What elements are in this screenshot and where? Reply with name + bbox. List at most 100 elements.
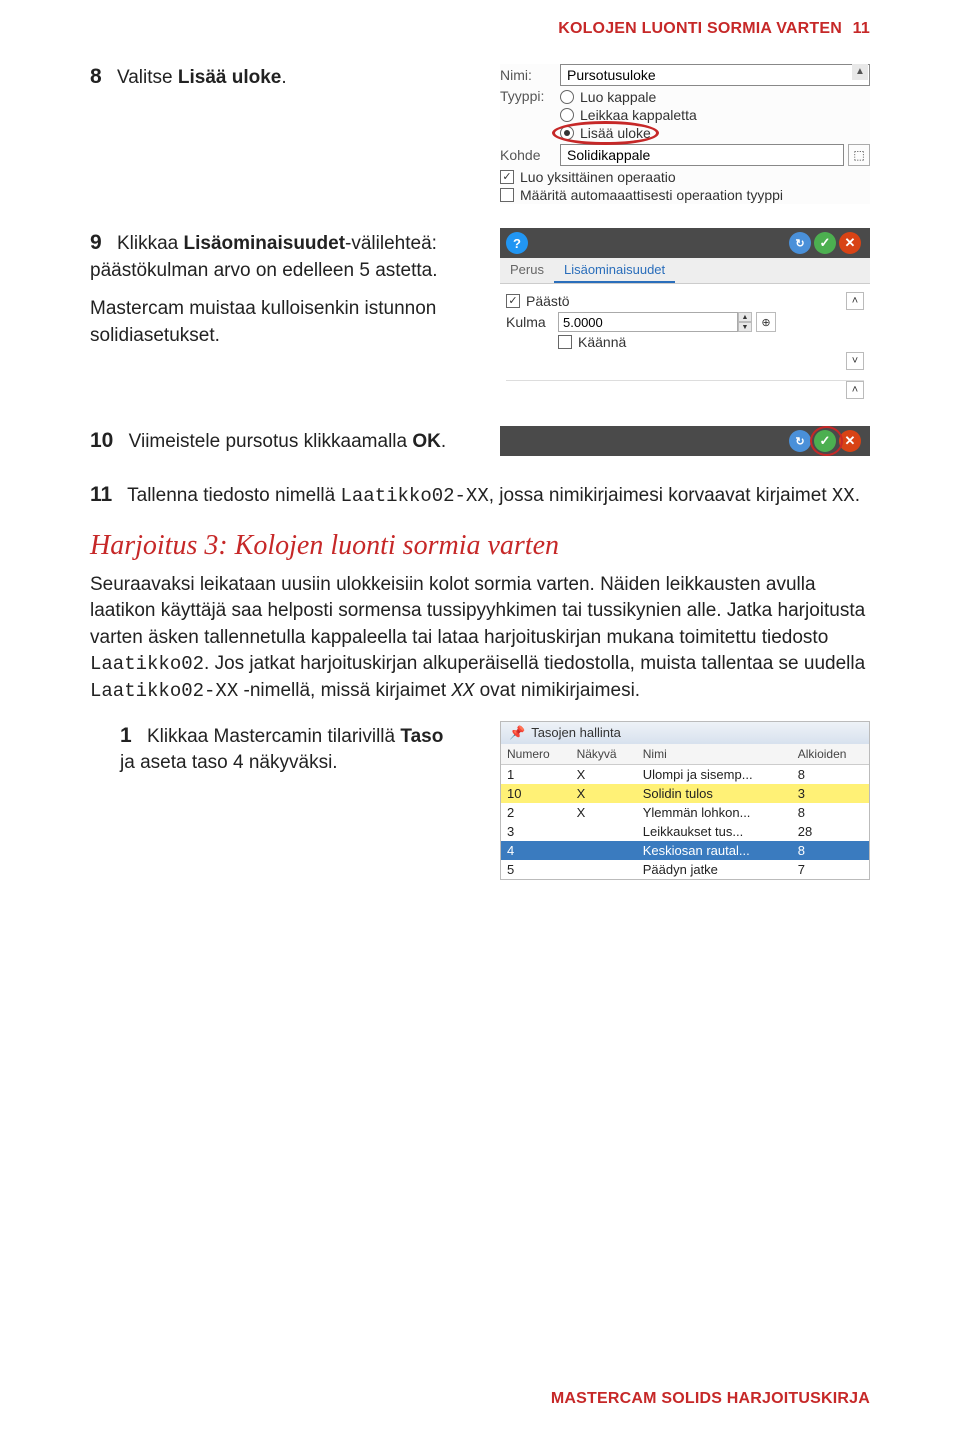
body-code: Laatikko02 (90, 653, 204, 675)
checkbox-label: Luo yksittäinen operaatio (520, 169, 676, 185)
table-cell: Solidin tulos (637, 784, 792, 803)
panel-title: 📌 Tasojen hallinta (501, 722, 869, 744)
step-text: . (281, 67, 286, 88)
panel-lisaominaisuudet: ? ↻ ✓ ✕ Perus Lisäominaisuudet Päästö ˄ (500, 228, 870, 402)
pin-icon[interactable]: 📌 (509, 725, 525, 741)
section-title: Harjoitus 3: Kolojen luonti sormia varte… (90, 530, 870, 562)
step-text-bold: Lisäominaisuudet (184, 233, 346, 254)
panel-tabs: Perus Lisäominaisuudet (500, 258, 870, 284)
step-text-bold: OK (412, 431, 441, 452)
label-kohde: Kohde (500, 147, 560, 163)
table-cell: X (571, 803, 637, 822)
apply-icon[interactable]: ↻ (789, 430, 811, 452)
body-text: ovat nimikirjaimesi. (474, 680, 640, 701)
radio-icon[interactable] (560, 90, 574, 104)
tab-lisaominaisuudet[interactable]: Lisäominaisuudet (554, 258, 675, 283)
collapse-icon[interactable]: ˄ (846, 292, 864, 310)
step-text: Klikkaa (117, 233, 184, 254)
step-text-bold: Lisää uloke (178, 67, 282, 88)
body-code: XX (452, 680, 475, 702)
table-cell: 28 (792, 822, 869, 841)
layers-table: Numero Näkyvä Nimi Alkioiden 1XUlompi ja… (501, 744, 869, 879)
radio-icon[interactable] (560, 108, 574, 122)
step-text-code: XX (832, 485, 855, 507)
step-text: Klikkaa Mastercamin tilarivillä (147, 726, 400, 747)
table-row[interactable]: 3 Leikkaukset tus...28 (501, 822, 869, 841)
table-cell (571, 841, 637, 860)
label-tyyppi: Tyyppi: (500, 88, 560, 104)
step-10-text: 10 Viimeistele pursotus klikkaamalla OK. (90, 426, 460, 456)
table-row[interactable]: 5Päädyn jatke7 (501, 860, 869, 879)
body-text: Seuraavaksi leikataan uusiin ulokkeisiin… (90, 574, 865, 648)
table-cell: Keskiosan rautal... (637, 841, 792, 860)
body-code: Laatikko02-XX (90, 680, 238, 702)
checkbox-label: Käännä (578, 334, 626, 350)
step-text: Tallenna tiedosto nimellä (127, 485, 340, 506)
table-row[interactable]: 1XUlompi ja sisemp...8 (501, 764, 869, 784)
table-cell: 8 (792, 764, 869, 784)
lock-icon[interactable]: ⊕ (756, 312, 776, 332)
expand-icon[interactable]: ˅ (846, 352, 864, 370)
table-cell: X (571, 784, 637, 803)
table-row[interactable]: 4 Keskiosan rautal...8 (501, 841, 869, 860)
table-cell: 2 (501, 803, 571, 822)
step-number: 8 (90, 62, 102, 91)
tab-perus[interactable]: Perus (500, 258, 554, 283)
checkbox-icon[interactable] (506, 294, 520, 308)
ok-icon[interactable]: ✓ (814, 430, 836, 452)
apply-icon[interactable]: ↻ (789, 232, 811, 254)
panel-pursotusuloke: ▲ Nimi: Tyyppi: Luo kappale Leikkaa kapp… (500, 64, 870, 204)
col-header[interactable]: Numero (501, 744, 571, 765)
step-8-text: 8 Valitse Lisää uloke. (90, 62, 460, 92)
table-cell: 5 (501, 860, 571, 879)
step-text: , jossa nimikirjaimesi korvaavat kirjaim… (489, 485, 832, 506)
table-row[interactable]: 10XSolidin tulos3 (501, 784, 869, 803)
panel-toolbar-ok: ↻ ✓ ✕ (500, 426, 870, 456)
radio-icon[interactable] (560, 126, 574, 140)
radio-label: Leikkaa kappaletta (580, 107, 697, 123)
step-11-text: 11 Tallenna tiedosto nimellä Laatikko02-… (90, 480, 870, 510)
kohde-input[interactable] (560, 144, 844, 166)
spin-down-icon[interactable]: ▼ (738, 322, 752, 332)
col-header[interactable]: Nimi (637, 744, 792, 765)
expand-icon[interactable]: ˄ (846, 381, 864, 399)
checkbox-label: Määritä automaaattisesti operaation tyyp… (520, 187, 783, 203)
table-cell: Ylemmän lohkon... (637, 803, 792, 822)
step-9-text: 9 Klikkaa Lisäominaisuudet-välilehteä: p… (90, 228, 460, 349)
step-text: Viimeistele pursotus klikkaamalla (129, 431, 413, 452)
body-text: -nimellä, missä kirjaimet (238, 680, 451, 701)
table-cell: 8 (792, 803, 869, 822)
label-nimi: Nimi: (500, 67, 560, 83)
help-icon[interactable]: ? (506, 232, 528, 254)
scroll-up-icon[interactable]: ▲ (852, 64, 868, 80)
picker-icon[interactable]: ⬚ (848, 144, 870, 166)
checkbox-icon[interactable] (558, 335, 572, 349)
header-title: KOLOJEN LUONTI SORMIA VARTEN (558, 20, 842, 37)
checkbox-icon[interactable] (500, 188, 514, 202)
cancel-icon[interactable]: ✕ (839, 430, 861, 452)
kulma-input[interactable] (558, 312, 738, 332)
body-text: . Jos jatkat harjoituskirjan alkuperäise… (204, 653, 865, 674)
table-cell: Ulompi ja sisemp... (637, 764, 792, 784)
table-cell: X (571, 764, 637, 784)
nimi-input[interactable] (560, 64, 870, 86)
page-footer: MASTERCAM SOLIDS HARJOITUSKIRJA (551, 1390, 870, 1408)
step-text-code: Laatikko02-XX (341, 485, 489, 507)
table-cell: 4 (501, 841, 571, 860)
col-header[interactable]: Alkioiden (792, 744, 869, 765)
col-header[interactable]: Näkyvä (571, 744, 637, 765)
page-header: KOLOJEN LUONTI SORMIA VARTEN 11 (90, 20, 870, 38)
spin-up-icon[interactable]: ▲ (738, 312, 752, 322)
table-cell: Leikkaukset tus... (637, 822, 792, 841)
table-cell: 8 (792, 841, 869, 860)
cancel-icon[interactable]: ✕ (839, 232, 861, 254)
table-cell: 10 (501, 784, 571, 803)
step-text: Valitse (117, 67, 178, 88)
ok-icon[interactable]: ✓ (814, 232, 836, 254)
table-cell: 3 (501, 822, 571, 841)
checkbox-icon[interactable] (500, 170, 514, 184)
table-row[interactable]: 2XYlemmän lohkon...8 (501, 803, 869, 822)
table-cell (571, 860, 637, 879)
panel-title-text: Tasojen hallinta (531, 725, 621, 740)
panel-toolbar: ↻ ✓ ✕ (500, 426, 870, 456)
